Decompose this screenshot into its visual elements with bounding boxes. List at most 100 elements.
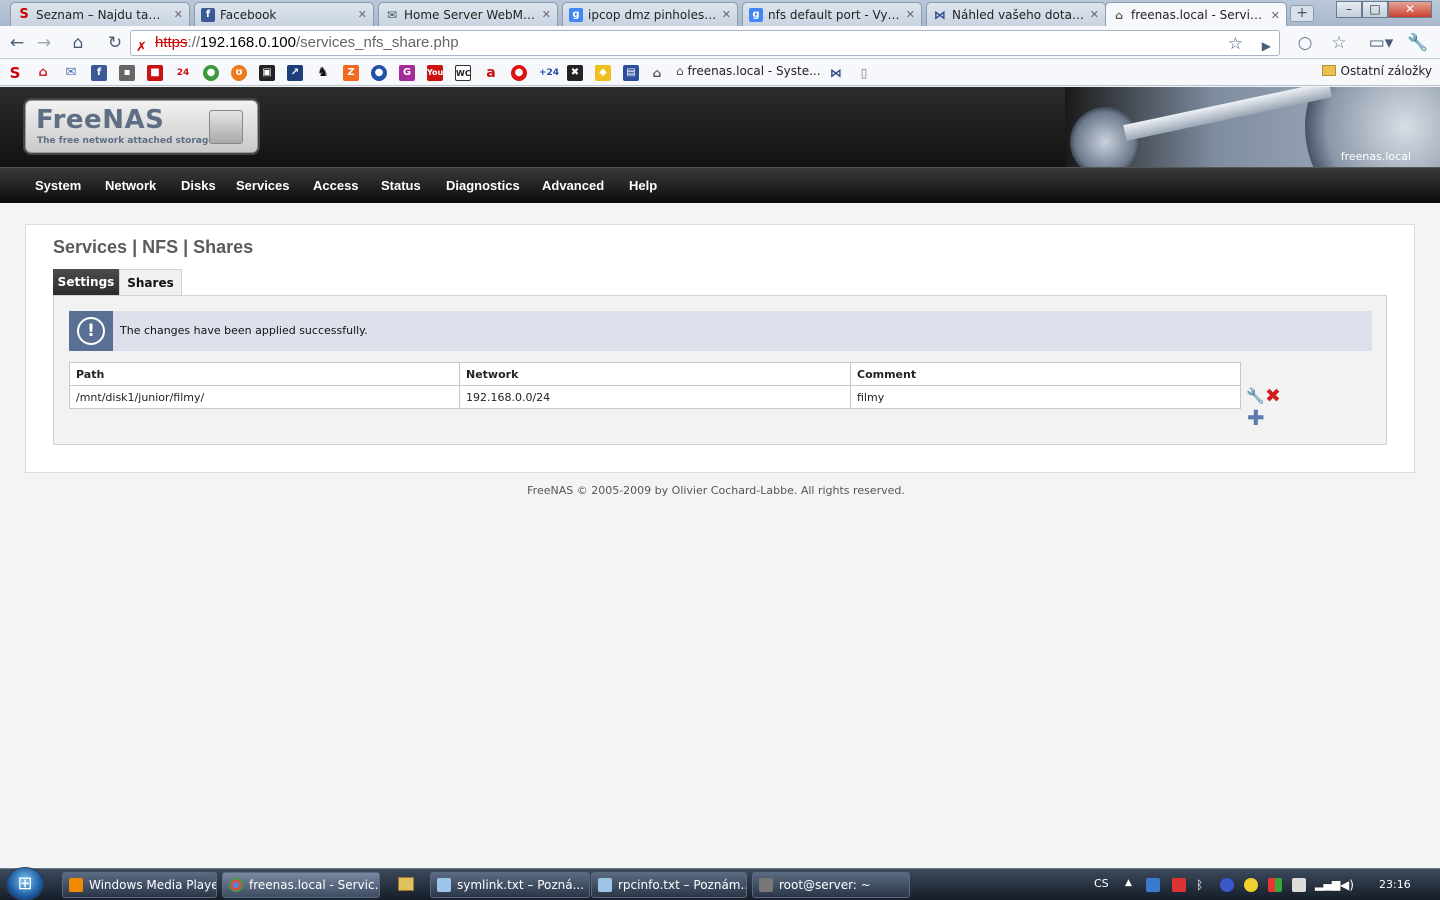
taskbar-item-rpcinfo[interactable]: rpcinfo.txt – Poznám... [591,872,747,898]
tray-app-icon[interactable] [1244,878,1258,892]
bookmark-seznam-icon[interactable]: S [7,65,23,81]
tab-close-icon[interactable]: ✕ [1271,9,1280,22]
start-button[interactable]: ⊞ [6,867,44,900]
network-signal-icon[interactable]: ▂▄▆ [1315,878,1340,892]
bookmark-icon[interactable]: ● [511,65,527,81]
browser-tab-nahled[interactable]: ⋈ Náhled vašeho dotazu ✕ [926,2,1106,26]
bookmark-youtube-icon[interactable]: You [427,65,443,81]
bookmark-icon[interactable]: ▣ [259,65,275,81]
back-arrow-icon[interactable]: ← [6,32,28,54]
folder-icon [1321,65,1336,76]
bookmark-icon[interactable]: ▤ [623,65,639,81]
seznam-icon: S [19,7,29,22]
menu-system[interactable]: System [35,178,81,193]
freenas-logo[interactable]: FreeNAS The free network attached storag… [25,100,258,153]
bookmark-24-icon[interactable]: 24 [175,65,191,81]
bookmark-freenas[interactable]: ⌂ freenas.local - Syste... [676,64,821,78]
bookmark-icon[interactable]: ↗ [287,65,303,81]
google-icon: g [569,7,583,22]
taskbar-item-media-player[interactable]: Windows Media Player [62,872,217,898]
browser-tab-seznam[interactable]: S Seznam – Najdu tam, c... ✕ [10,2,190,26]
bookmark-mail-icon[interactable]: ✉ [63,65,79,81]
tray-app-icon[interactable] [1292,878,1306,892]
tab-close-icon[interactable]: ✕ [1090,8,1099,21]
tab-shares[interactable]: Shares [119,269,182,295]
tray-app-icon[interactable] [1220,878,1234,892]
bookmark-icon[interactable]: G [399,65,415,81]
tab-panel: ! The changes have been applied successf… [53,295,1387,445]
taskbar-item-putty[interactable]: root@server: ~ [752,872,910,898]
bookmark-icon[interactable]: ● [203,65,219,81]
tab-settings[interactable]: Settings [53,269,119,295]
tab-close-icon[interactable]: ✕ [358,8,367,21]
bookmark-icon[interactable]: ♞ [315,65,331,81]
menu-diagnostics[interactable]: Diagnostics [446,178,520,193]
delete-share-x-icon[interactable]: ✖ [1265,386,1285,406]
wrench-icon[interactable]: 🔧 [1404,32,1432,54]
menu-help[interactable]: Help [629,178,657,193]
menu-disks[interactable]: Disks [181,178,216,193]
clock[interactable]: 23:16 [1379,878,1411,891]
menu-status[interactable]: Status [381,178,421,193]
google-icon: g [749,7,763,22]
browser-tab-webmail[interactable]: ✉ Home Server WebMail ... ✕ [378,2,558,26]
show-hidden-icons-icon[interactable]: ▲ [1125,878,1132,888]
bookmark-manager-icon[interactable]: ☆ [1328,32,1350,54]
bookmark-icon[interactable]: a [483,65,499,81]
minimize-button[interactable]: – [1336,1,1362,18]
actuator-arm-shape [1123,87,1333,141]
close-window-button[interactable]: ✕ [1388,1,1432,18]
go-arrow-icon[interactable]: ▶ [1262,34,1271,58]
add-share-plus-icon[interactable]: ✚ [1247,408,1265,429]
bookmark-icon[interactable]: ⬥ [595,65,611,81]
bookmark-icon[interactable]: ✖ [567,65,583,81]
taskbar-item-symlink[interactable]: symlink.txt – Pozná... [430,872,590,898]
reload-icon[interactable]: ↻ [104,32,126,54]
browser-tab-ipcop[interactable]: g ipcop dmz pinholes - V... ✕ [562,2,738,26]
tray-app-icon[interactable] [1268,878,1282,892]
bookmark-icon[interactable]: WC [455,65,471,81]
bookmark-home-icon[interactable]: ⌂ [35,65,51,81]
page-menu-icon[interactable]: ▭▾ [1368,32,1394,54]
bookmark-icon[interactable]: ● [371,65,387,81]
tab-close-icon[interactable]: ✕ [174,8,183,21]
bookmark-icon[interactable]: Z [343,65,359,81]
bookmark-page-icon[interactable]: ▯ [856,65,872,81]
page-title: Services | NFS | Shares [53,237,254,257]
page-icon: ⋈ [934,7,946,22]
maximize-button[interactable]: □ [1362,1,1388,18]
tray-antivirus-icon[interactable] [1172,878,1186,892]
bookmark-icon[interactable]: ▪ [119,65,135,81]
menu-services[interactable]: Services [236,178,290,193]
bookmark-icon[interactable]: ʊ [231,65,247,81]
menu-advanced[interactable]: Advanced [542,178,604,193]
browser-tab-facebook[interactable]: f Facebook ✕ [194,2,374,26]
info-message-text: The changes have been applied successful… [120,324,368,337]
language-indicator[interactable]: CS [1094,877,1109,890]
taskbar-item-chrome[interactable]: freenas.local - Servic... [222,872,380,898]
tab-close-icon[interactable]: ✕ [722,8,731,21]
menu-network[interactable]: Network [105,178,156,193]
tray-network-app-icon[interactable] [1146,878,1160,892]
bookmark-icon[interactable]: ⌂ [649,65,665,81]
bookmark-icon[interactable]: ⋈ [828,65,844,81]
forward-arrow-icon[interactable]: → [33,32,55,54]
browser-tab-freenas[interactable]: ⌂ freenas.local - Services|... ✕ [1105,2,1287,27]
other-bookmarks-folder[interactable]: Ostatní záložky [1321,64,1432,78]
bookmark-icon[interactable]: +24 [539,65,559,81]
bluetooth-icon[interactable]: ᛒ [1196,878,1210,892]
folder-icon[interactable] [398,877,414,891]
volume-icon[interactable]: ◀) [1340,878,1354,892]
edit-share-wrench-icon[interactable]: 🔧 [1246,387,1265,405]
address-bar[interactable]: ✗ https://192.168.0.100/services_nfs_sha… [130,30,1280,56]
new-tab-button[interactable]: + [1290,5,1314,22]
browser-tab-nfs-port[interactable]: g nfs default port - Vyhle... ✕ [742,2,922,26]
search-icon[interactable]: ○ [1294,32,1316,54]
tab-close-icon[interactable]: ✕ [906,8,915,21]
bookmark-icon[interactable]: ■ [147,65,163,81]
home-icon[interactable]: ⌂ [67,32,89,54]
star-icon[interactable]: ☆ [1228,32,1243,56]
tab-close-icon[interactable]: ✕ [542,8,551,21]
bookmark-facebook-icon[interactable]: f [91,65,107,81]
menu-access[interactable]: Access [313,178,359,193]
